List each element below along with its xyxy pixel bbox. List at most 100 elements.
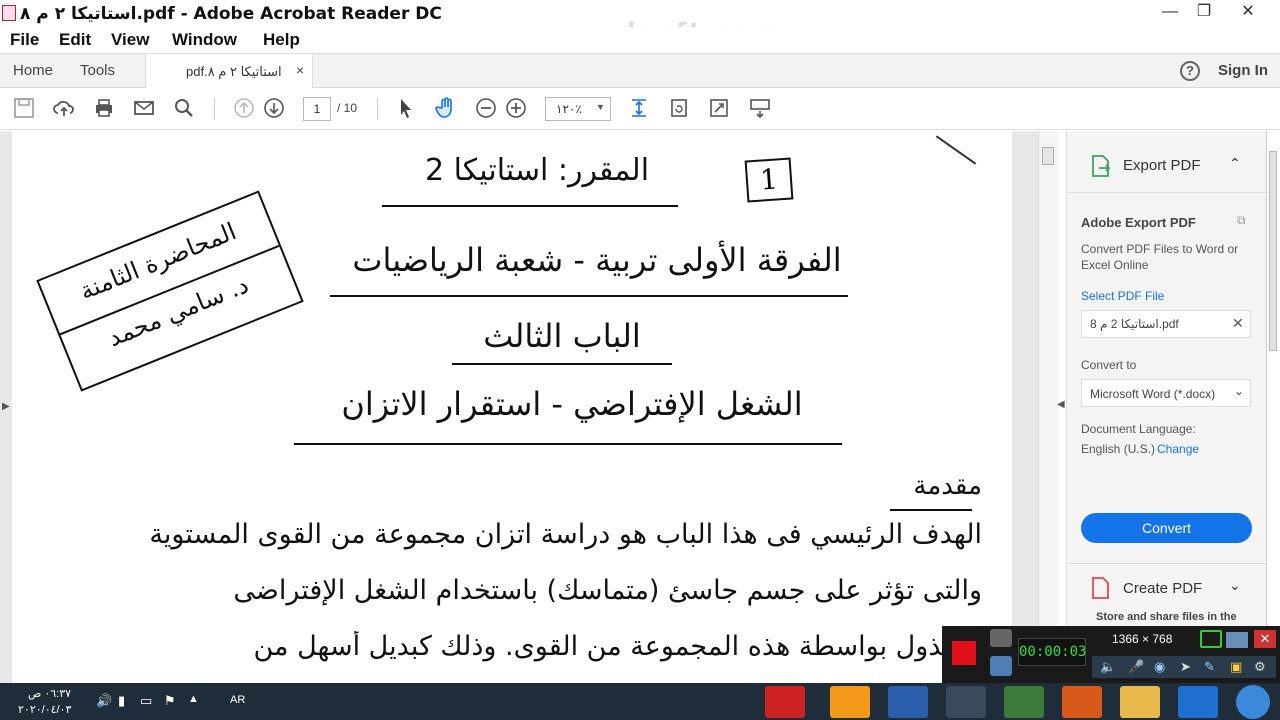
select-pdf-file-link[interactable]: Select PDF File bbox=[1081, 289, 1164, 303]
tab-document[interactable]: استاتيكا ٢ م ٨.pdf × bbox=[145, 54, 313, 89]
close-button[interactable]: ✕ bbox=[1234, 2, 1262, 22]
body-line: الهدف الرئيسي فى هذا الباب هو دراسة اتزا… bbox=[149, 519, 982, 550]
previous-page-icon[interactable] bbox=[232, 96, 256, 120]
tab-close-icon[interactable]: × bbox=[296, 62, 304, 78]
topic-heading: الشغل الإفتراضي - استقرار الاتزان bbox=[341, 385, 803, 423]
taskbar: ٠٦:٣٧ ص ٢٠٢٠/٠٤/٠٣ 🔊 ▮ ▭ ⚑ ▲ AR bbox=[0, 683, 1280, 720]
minimize-recorder-icon[interactable] bbox=[1226, 632, 1248, 648]
close-recorder-icon[interactable]: ✕ bbox=[1254, 630, 1276, 648]
export-pdf-pane: Export PDF ⌃ Adobe Export PDF ⧉ Convert … bbox=[1066, 131, 1267, 683]
microphone-icon[interactable]: 🎤 bbox=[1128, 659, 1144, 675]
chevron-down-icon[interactable]: ⌄ bbox=[1229, 577, 1241, 594]
chevron-down-icon: ⌄ bbox=[1234, 384, 1245, 398]
format-value: Microsoft Word (*.docx) bbox=[1090, 387, 1216, 401]
ie-taskbar-icon[interactable] bbox=[1178, 686, 1218, 718]
print-icon[interactable] bbox=[92, 96, 116, 120]
acrobat-app-icon bbox=[2, 5, 16, 21]
email-icon[interactable] bbox=[132, 96, 156, 120]
title-bar: استاتيكا ٢ م ٨.pdf - Adobe Acrobat Reade… bbox=[0, 0, 1280, 48]
full-screen-icon[interactable] bbox=[707, 96, 731, 120]
left-panel-toggle-icon[interactable]: ▶ bbox=[2, 401, 10, 412]
network-icon[interactable]: ▮ bbox=[118, 693, 125, 709]
settings-icon[interactable]: ⚙ bbox=[1254, 659, 1266, 675]
menu-edit[interactable]: Edit bbox=[59, 30, 91, 50]
explorer-taskbar-icon[interactable] bbox=[1120, 686, 1160, 718]
remove-file-icon[interactable]: ✕ bbox=[1232, 315, 1244, 332]
selected-file-field[interactable]: استاتيكا 2 م 8.pdf ✕ bbox=[1081, 310, 1251, 338]
stop-record-button[interactable] bbox=[952, 641, 976, 665]
body-line: المبذول بواسطة هذه المجموعة من القوى. وذ… bbox=[253, 631, 982, 662]
convert-to-label: Convert to bbox=[1081, 358, 1137, 372]
help-icon[interactable]: ? bbox=[1180, 61, 1200, 81]
camera-icon[interactable] bbox=[990, 629, 1012, 647]
search-icon[interactable] bbox=[172, 96, 196, 120]
menu-help[interactable]: Help bbox=[263, 30, 300, 50]
chrome-taskbar-icon[interactable] bbox=[1004, 686, 1044, 718]
fit-page-icon[interactable] bbox=[627, 96, 651, 120]
battery-icon[interactable]: ▭ bbox=[140, 693, 152, 709]
resolution-label: 1366 × 768 bbox=[1112, 632, 1173, 646]
pause-icon[interactable] bbox=[990, 656, 1012, 676]
document-scrollbar[interactable]: ◀ bbox=[1038, 131, 1065, 683]
avast-taskbar-icon[interactable] bbox=[830, 686, 870, 718]
pane-scrollbar[interactable] bbox=[1266, 131, 1280, 683]
word-taskbar-icon[interactable] bbox=[888, 686, 928, 718]
page-number-box: 1 bbox=[744, 157, 794, 203]
menu-window[interactable]: Window bbox=[172, 30, 237, 50]
zoom-in-icon[interactable] bbox=[504, 96, 528, 120]
flag-icon[interactable]: ⚑ bbox=[164, 693, 176, 709]
cloud-upload-icon[interactable] bbox=[52, 96, 76, 120]
keyboard-tool-icon[interactable] bbox=[748, 96, 772, 120]
export-pdf-title[interactable]: Export PDF bbox=[1123, 157, 1201, 174]
acrobat-taskbar-icon[interactable] bbox=[765, 686, 805, 718]
format-select[interactable]: Microsoft Word (*.docx) ⌄ bbox=[1081, 379, 1251, 407]
show-hidden-icon[interactable]: ▲ bbox=[188, 693, 199, 705]
tab-tools[interactable]: Tools bbox=[80, 62, 115, 79]
create-pdf-title[interactable]: Create PDF bbox=[1123, 580, 1202, 597]
window-title: استاتيكا ٢ م ٨.pdf - Adobe Acrobat Reade… bbox=[20, 4, 442, 24]
tab-home[interactable]: Home bbox=[13, 62, 53, 79]
course-title: المقرر: استاتيكا 2 bbox=[424, 153, 650, 188]
menu-bar: File Edit View Window Help bbox=[0, 27, 1280, 53]
zoom-select[interactable]: ١٢٠٪ ▼ bbox=[545, 97, 611, 121]
search-taskbar-icon[interactable] bbox=[946, 686, 986, 718]
document-viewport[interactable]: 1 المقرر: استاتيكا 2 المحاضرة الثامنة د.… bbox=[0, 131, 1058, 683]
media-player-taskbar-icon[interactable] bbox=[1062, 686, 1102, 718]
input-language[interactable]: AR bbox=[230, 694, 245, 706]
cursor-icon[interactable]: ➤ bbox=[1180, 659, 1191, 675]
zoom-out-icon[interactable] bbox=[474, 96, 498, 120]
page-number-input[interactable]: 1 bbox=[303, 97, 331, 121]
record-timer: 00:00:03 bbox=[1018, 638, 1086, 666]
menu-file[interactable]: File bbox=[10, 30, 39, 50]
save-icon[interactable] bbox=[12, 96, 36, 120]
toolbar-divider bbox=[214, 98, 215, 120]
document-language-value: English (U.S.) bbox=[1081, 442, 1156, 456]
underline bbox=[382, 205, 678, 207]
region-icon[interactable] bbox=[1200, 630, 1222, 648]
speaker-icon[interactable]: 🔈 bbox=[1100, 659, 1116, 675]
maximize-button[interactable]: ❐ bbox=[1190, 2, 1218, 22]
right-panel-toggle-icon[interactable]: ◀ bbox=[1057, 399, 1065, 410]
pane-scrollbar-thumb[interactable] bbox=[1269, 151, 1277, 351]
folder-icon[interactable]: ▣ bbox=[1230, 659, 1242, 675]
change-language-link[interactable]: Change bbox=[1157, 442, 1199, 456]
export-pdf-icon bbox=[1092, 155, 1111, 177]
convert-button[interactable]: Convert bbox=[1081, 513, 1252, 543]
rotate-icon[interactable] bbox=[667, 96, 691, 120]
volume-icon[interactable]: 🔊 bbox=[96, 693, 112, 709]
hand-tool-icon[interactable] bbox=[434, 96, 458, 120]
minimize-button[interactable]: — bbox=[1156, 2, 1184, 22]
menu-view[interactable]: View bbox=[111, 30, 149, 50]
underline bbox=[294, 443, 842, 445]
select-cursor-icon[interactable] bbox=[394, 96, 418, 120]
screen-recorder-widget: 00:00:03 1366 × 768 ✕ 🔈 🎤 ◉ ➤ ✎ ▣ ⚙ bbox=[942, 626, 1280, 683]
start-button[interactable] bbox=[1236, 685, 1270, 719]
scrollbar-thumb[interactable] bbox=[1042, 147, 1054, 165]
sign-in-link[interactable]: Sign In bbox=[1218, 62, 1268, 79]
underline bbox=[890, 509, 972, 511]
chevron-up-icon[interactable]: ⌃ bbox=[1229, 155, 1241, 172]
next-page-icon[interactable] bbox=[262, 96, 286, 120]
pen-icon[interactable]: ✎ bbox=[1204, 659, 1215, 675]
webcam-icon[interactable]: ◉ bbox=[1154, 659, 1165, 675]
info-icon[interactable]: ⧉ bbox=[1237, 213, 1246, 228]
